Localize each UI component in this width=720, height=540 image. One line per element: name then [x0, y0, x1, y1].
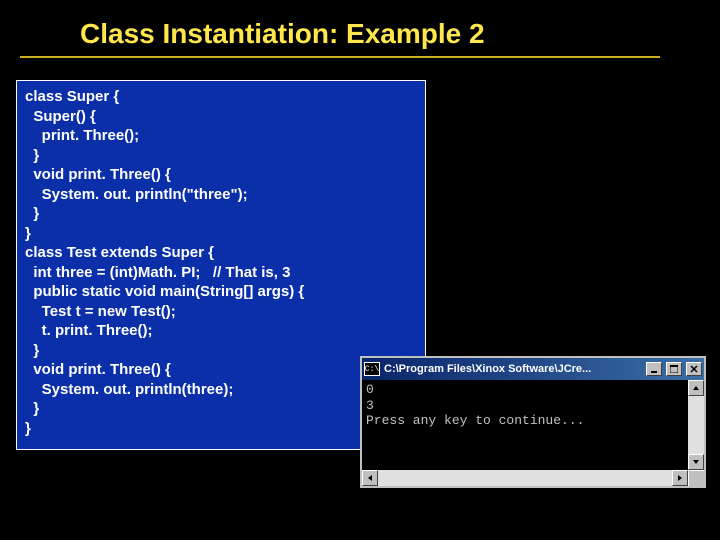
scroll-right-button[interactable]: [672, 470, 688, 486]
horizontal-scrollbar[interactable]: [362, 470, 704, 486]
console-window: C:\ C:\Program Files\Xinox Software\JCre…: [360, 356, 706, 488]
cmd-icon: C:\: [364, 362, 380, 376]
console-title: C:\Program Files\Xinox Software\JCre...: [384, 363, 642, 375]
vertical-scrollbar[interactable]: [688, 380, 704, 470]
console-output: 0 3 Press any key to continue...: [362, 380, 688, 470]
scroll-up-button[interactable]: [688, 380, 704, 396]
minimize-button[interactable]: [646, 362, 662, 376]
scroll-track-v[interactable]: [688, 396, 704, 454]
resize-grip[interactable]: [688, 470, 704, 486]
scroll-left-button[interactable]: [362, 470, 378, 486]
scroll-track-h[interactable]: [378, 470, 672, 486]
scroll-down-button[interactable]: [688, 454, 704, 470]
close-button[interactable]: [686, 362, 702, 376]
page-title: Class Instantiation: Example 2: [80, 18, 720, 50]
maximize-button[interactable]: [666, 362, 682, 376]
console-titlebar[interactable]: C:\ C:\Program Files\Xinox Software\JCre…: [362, 358, 704, 380]
title-underline: [20, 56, 660, 58]
